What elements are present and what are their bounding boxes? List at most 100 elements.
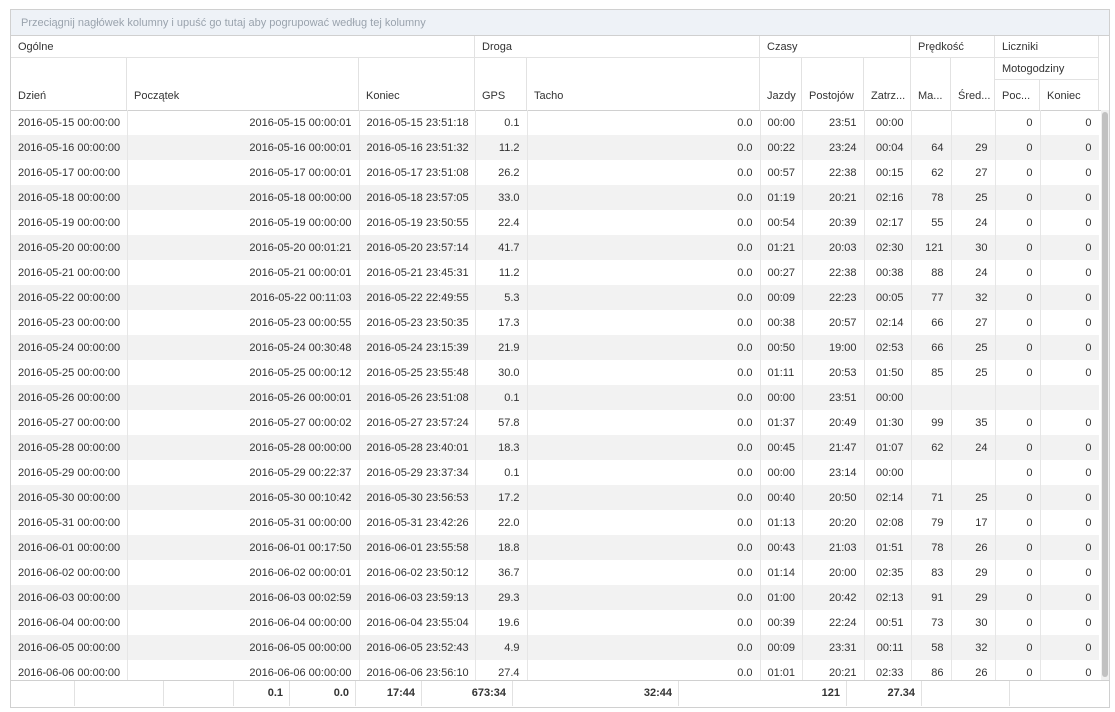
cell-start[interactable]: 2016-05-16 00:00:01 xyxy=(127,135,360,160)
cell-halts[interactable]: 02:08 xyxy=(864,510,912,535)
cell-day[interactable]: 2016-05-22 00:00:00 xyxy=(11,285,128,310)
group-by-panel[interactable]: Przeciągnij nagłówek kolumny i upuść go … xyxy=(11,10,1109,36)
cell-end[interactable]: 2016-05-24 23:15:39 xyxy=(359,335,476,360)
cell-stops[interactable]: 20:00 xyxy=(802,560,865,585)
cell-day[interactable]: 2016-05-20 00:00:00 xyxy=(11,235,128,260)
cell-engine-hours-end[interactable]: 0 xyxy=(1040,160,1099,185)
cell-halts[interactable]: 02:30 xyxy=(864,235,912,260)
cell-end[interactable]: 2016-05-26 23:51:08 xyxy=(359,385,476,410)
cell-engine-hours-end[interactable]: 0 xyxy=(1040,335,1099,360)
cell-driving[interactable]: 01:01 xyxy=(760,660,803,681)
cell-avg-speed[interactable]: 24 xyxy=(951,435,996,460)
cell-engine-hours-end[interactable]: 0 xyxy=(1040,485,1099,510)
cell-gps[interactable]: 0.1 xyxy=(475,385,528,410)
cell-end[interactable]: 2016-06-03 23:59:13 xyxy=(359,585,476,610)
cell-avg-speed[interactable]: 25 xyxy=(951,485,996,510)
cell-end[interactable]: 2016-05-31 23:42:26 xyxy=(359,510,476,535)
cell-max-speed[interactable]: 64 xyxy=(911,135,952,160)
cell-gps[interactable]: 18.8 xyxy=(475,535,528,560)
table-row[interactable]: 2016-05-29 00:00:00 2016-05-29 00:22:37 20… xyxy=(11,460,1099,485)
column-header-stops[interactable]: Postojów xyxy=(802,58,864,110)
cell-tacho[interactable]: 0.0 xyxy=(527,335,761,360)
cell-halts[interactable]: 00:11 xyxy=(864,635,912,660)
cell-engine-hours-start[interactable]: 0 xyxy=(995,460,1041,485)
cell-stops[interactable]: 20:21 xyxy=(802,185,865,210)
table-row[interactable]: 2016-05-27 00:00:00 2016-05-27 00:00:02 20… xyxy=(11,410,1099,435)
cell-halts[interactable]: 02:14 xyxy=(864,310,912,335)
cell-driving[interactable]: 00:43 xyxy=(760,535,803,560)
cell-tacho[interactable]: 0.0 xyxy=(527,435,761,460)
cell-avg-speed[interactable]: 25 xyxy=(951,335,996,360)
cell-engine-hours-start[interactable]: 0 xyxy=(995,535,1041,560)
group-header-counters[interactable]: Liczniki xyxy=(995,36,1099,58)
cell-stops[interactable]: 22:23 xyxy=(802,285,865,310)
cell-max-speed[interactable]: 78 xyxy=(911,535,952,560)
cell-end[interactable]: 2016-05-18 23:57:05 xyxy=(359,185,476,210)
cell-tacho[interactable]: 0.0 xyxy=(527,460,761,485)
cell-gps[interactable]: 30.0 xyxy=(475,360,528,385)
cell-start[interactable]: 2016-05-15 00:00:01 xyxy=(127,110,360,135)
cell-engine-hours-start[interactable]: 0 xyxy=(995,210,1041,235)
cell-end[interactable]: 2016-05-15 23:51:18 xyxy=(359,110,476,135)
cell-start[interactable]: 2016-05-19 00:00:00 xyxy=(127,210,360,235)
cell-end[interactable]: 2016-06-06 23:56:10 xyxy=(359,660,476,681)
cell-day[interactable]: 2016-05-29 00:00:00 xyxy=(11,460,128,485)
cell-gps[interactable]: 17.3 xyxy=(475,310,528,335)
cell-stops[interactable]: 20:50 xyxy=(802,485,865,510)
cell-engine-hours-end[interactable] xyxy=(1040,385,1099,410)
cell-gps[interactable]: 11.2 xyxy=(475,135,528,160)
cell-halts[interactable]: 00:38 xyxy=(864,260,912,285)
table-row[interactable]: 2016-05-17 00:00:00 2016-05-17 00:00:01 20… xyxy=(11,160,1099,185)
cell-tacho[interactable]: 0.0 xyxy=(527,535,761,560)
cell-driving[interactable]: 00:22 xyxy=(760,135,803,160)
cell-engine-hours-start[interactable] xyxy=(995,385,1041,410)
cell-end[interactable]: 2016-05-20 23:57:14 xyxy=(359,235,476,260)
cell-engine-hours-start[interactable]: 0 xyxy=(995,310,1041,335)
cell-halts[interactable]: 02:53 xyxy=(864,335,912,360)
cell-gps[interactable]: 5.3 xyxy=(475,285,528,310)
cell-end[interactable]: 2016-05-17 23:51:08 xyxy=(359,160,476,185)
cell-driving[interactable]: 01:19 xyxy=(760,185,803,210)
cell-avg-speed[interactable]: 35 xyxy=(951,410,996,435)
cell-engine-hours-start[interactable]: 0 xyxy=(995,260,1041,285)
cell-end[interactable]: 2016-05-27 23:57:24 xyxy=(359,410,476,435)
column-header-gps[interactable]: GPS xyxy=(475,58,527,110)
cell-stops[interactable]: 23:31 xyxy=(802,635,865,660)
cell-halts[interactable]: 02:33 xyxy=(864,660,912,681)
cell-day[interactable]: 2016-06-05 00:00:00 xyxy=(11,635,128,660)
cell-tacho[interactable]: 0.0 xyxy=(527,110,761,135)
cell-engine-hours-end[interactable]: 0 xyxy=(1040,560,1099,585)
table-row[interactable]: 2016-05-21 00:00:00 2016-05-21 00:00:01 20… xyxy=(11,260,1099,285)
cell-engine-hours-end[interactable]: 0 xyxy=(1040,310,1099,335)
cell-start[interactable]: 2016-05-27 00:00:02 xyxy=(127,410,360,435)
cell-tacho[interactable]: 0.0 xyxy=(527,160,761,185)
cell-stops[interactable]: 22:38 xyxy=(802,260,865,285)
cell-day[interactable]: 2016-05-27 00:00:00 xyxy=(11,410,128,435)
cell-driving[interactable]: 00:09 xyxy=(760,285,803,310)
cell-gps[interactable]: 18.3 xyxy=(475,435,528,460)
cell-engine-hours-start[interactable]: 0 xyxy=(995,235,1041,260)
cell-start[interactable]: 2016-05-28 00:00:00 xyxy=(127,435,360,460)
cell-start[interactable]: 2016-05-17 00:00:01 xyxy=(127,160,360,185)
cell-stops[interactable]: 23:51 xyxy=(802,385,865,410)
cell-driving[interactable]: 00:54 xyxy=(760,210,803,235)
cell-tacho[interactable]: 0.0 xyxy=(527,360,761,385)
cell-driving[interactable]: 01:14 xyxy=(760,560,803,585)
table-row[interactable]: 2016-05-31 00:00:00 2016-05-31 00:00:00 20… xyxy=(11,510,1099,535)
table-row[interactable]: 2016-06-04 00:00:00 2016-06-04 00:00:00 20… xyxy=(11,610,1099,635)
cell-engine-hours-start[interactable]: 0 xyxy=(995,635,1041,660)
cell-day[interactable]: 2016-06-01 00:00:00 xyxy=(11,535,128,560)
cell-stops[interactable]: 23:51 xyxy=(802,110,865,135)
cell-end[interactable]: 2016-05-16 23:51:32 xyxy=(359,135,476,160)
cell-driving[interactable]: 00:00 xyxy=(760,110,803,135)
cell-day[interactable]: 2016-05-23 00:00:00 xyxy=(11,310,128,335)
cell-avg-speed[interactable]: 27 xyxy=(951,160,996,185)
cell-engine-hours-end[interactable]: 0 xyxy=(1040,185,1099,210)
cell-halts[interactable]: 01:51 xyxy=(864,535,912,560)
cell-halts[interactable]: 01:30 xyxy=(864,410,912,435)
cell-max-speed[interactable]: 77 xyxy=(911,285,952,310)
cell-stops[interactable]: 20:20 xyxy=(802,510,865,535)
cell-max-speed[interactable] xyxy=(911,110,952,135)
cell-engine-hours-end[interactable]: 0 xyxy=(1040,210,1099,235)
cell-avg-speed[interactable]: 25 xyxy=(951,360,996,385)
